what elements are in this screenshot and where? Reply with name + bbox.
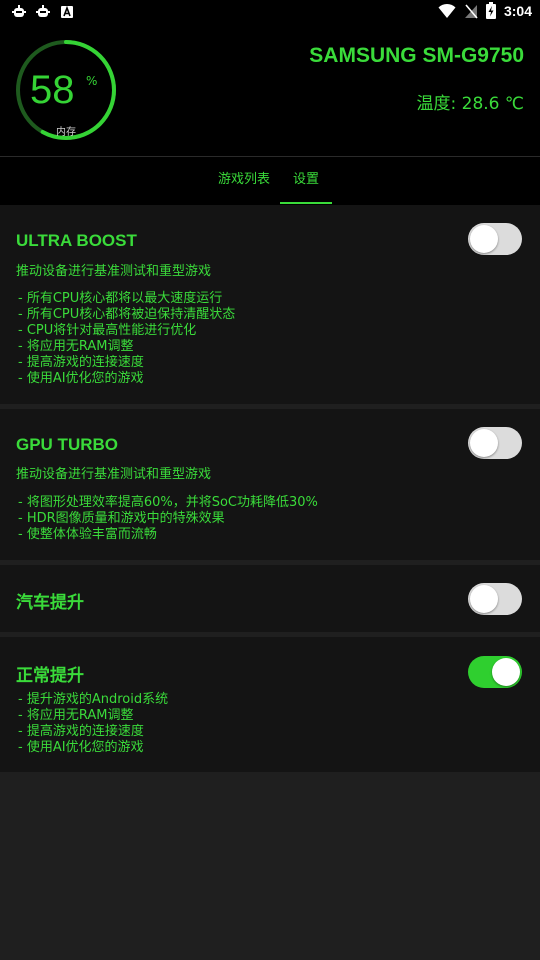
feature-item: - CPU将针对最高性能进行优化 [18, 323, 197, 338]
feature-item: - 将应用无RAM调整 [18, 708, 134, 723]
status-bar-system: 3:04 [438, 2, 532, 19]
memory-percent-sign: % [86, 74, 98, 88]
no-signal-icon [464, 3, 478, 19]
toggle-knob [492, 658, 520, 686]
memory-percent-value: 58 [30, 68, 75, 112]
normal-boost-feature-list: - 提升游戏的Android系统 - 将应用无RAM调整 - 提高游戏的连接速度… [18, 692, 168, 756]
gpu-turbo-feature-list: - 将图形处理效率提高60%，并将SoC功耗降低30% - HDR图像质量和游戏… [18, 495, 318, 543]
tab-game-list[interactable]: 游戏列表 [212, 157, 276, 205]
ultra-boost-subtitle: 推动设备进行基准测试和重型游戏 [16, 264, 212, 279]
gpu-turbo-title: GPU TURBO [16, 435, 118, 454]
normal-boost-title: 正常提升 [16, 666, 84, 686]
car-boost-title: 汽车提升 [16, 593, 84, 613]
tab-settings[interactable]: 设置 [280, 157, 332, 205]
ultra-boost-card: ULTRA BOOST 推动设备进行基准测试和重型游戏 - 所有CPU核心都将以… [0, 205, 540, 404]
status-bar: 3:04 [0, 0, 540, 24]
notification-bug-icon [36, 5, 50, 17]
clock: 3:04 [503, 2, 532, 19]
gpu-turbo-card: GPU TURBO 推动设备进行基准测试和重型游戏 - 将图形处理效率提高60%… [0, 409, 540, 560]
feature-item: - 使整体体验丰富而流畅 [18, 527, 157, 542]
feature-item: - 将应用无RAM调整 [18, 339, 134, 354]
tab-bar: 游戏列表 设置 [0, 157, 540, 205]
wifi-icon [438, 3, 456, 18]
normal-boost-card: 正常提升 - 提升游戏的Android系统 - 将应用无RAM调整 - 提高游戏… [0, 637, 540, 772]
memory-label: 内存 [56, 127, 76, 138]
car-boost-card: 汽车提升 [0, 565, 540, 632]
temperature-readout: 温度: 28.6 ℃ [416, 94, 524, 114]
ultra-boost-title: ULTRA BOOST [16, 231, 137, 250]
feature-item: - 提高游戏的连接速度 [18, 724, 144, 739]
feature-item: - 提升游戏的Android系统 [18, 692, 169, 707]
gpu-turbo-toggle[interactable] [468, 427, 522, 459]
toggle-knob [470, 585, 498, 613]
status-bar-notifications [10, 3, 76, 21]
toggle-knob [470, 429, 498, 457]
toggle-knob [470, 225, 498, 253]
car-boost-toggle[interactable] [468, 583, 522, 615]
feature-item: - 所有CPU核心都将以最大速度运行 [18, 291, 223, 306]
tab-selected-indicator [280, 202, 332, 204]
device-name: SAMSUNG SM-G9750 [309, 44, 524, 67]
ultra-boost-toggle[interactable] [468, 223, 522, 255]
feature-item: - 提高游戏的连接速度 [18, 355, 144, 370]
notification-a-icon [61, 5, 73, 18]
normal-boost-toggle[interactable] [468, 656, 522, 688]
feature-item: - 使用AI优化您的游戏 [18, 740, 144, 755]
feature-item: - 使用AI优化您的游戏 [18, 371, 144, 386]
device-header: 58 % 内存 SAMSUNG SM-G9750 温度: 28.6 ℃ [0, 24, 540, 156]
feature-item: - HDR图像质量和游戏中的特殊效果 [18, 511, 225, 526]
battery-charging-icon [485, 2, 496, 19]
feature-item: - 所有CPU核心都将被迫保持清醒状态 [18, 307, 236, 322]
gpu-turbo-subtitle: 推动设备进行基准测试和重型游戏 [16, 467, 212, 482]
notification-bug-icon [12, 5, 26, 17]
ultra-boost-feature-list: - 所有CPU核心都将以最大速度运行 - 所有CPU核心都将被迫保持清醒状态 -… [18, 291, 235, 387]
feature-item: - 将图形处理效率提高60%，并将SoC功耗降低30% [18, 495, 318, 510]
